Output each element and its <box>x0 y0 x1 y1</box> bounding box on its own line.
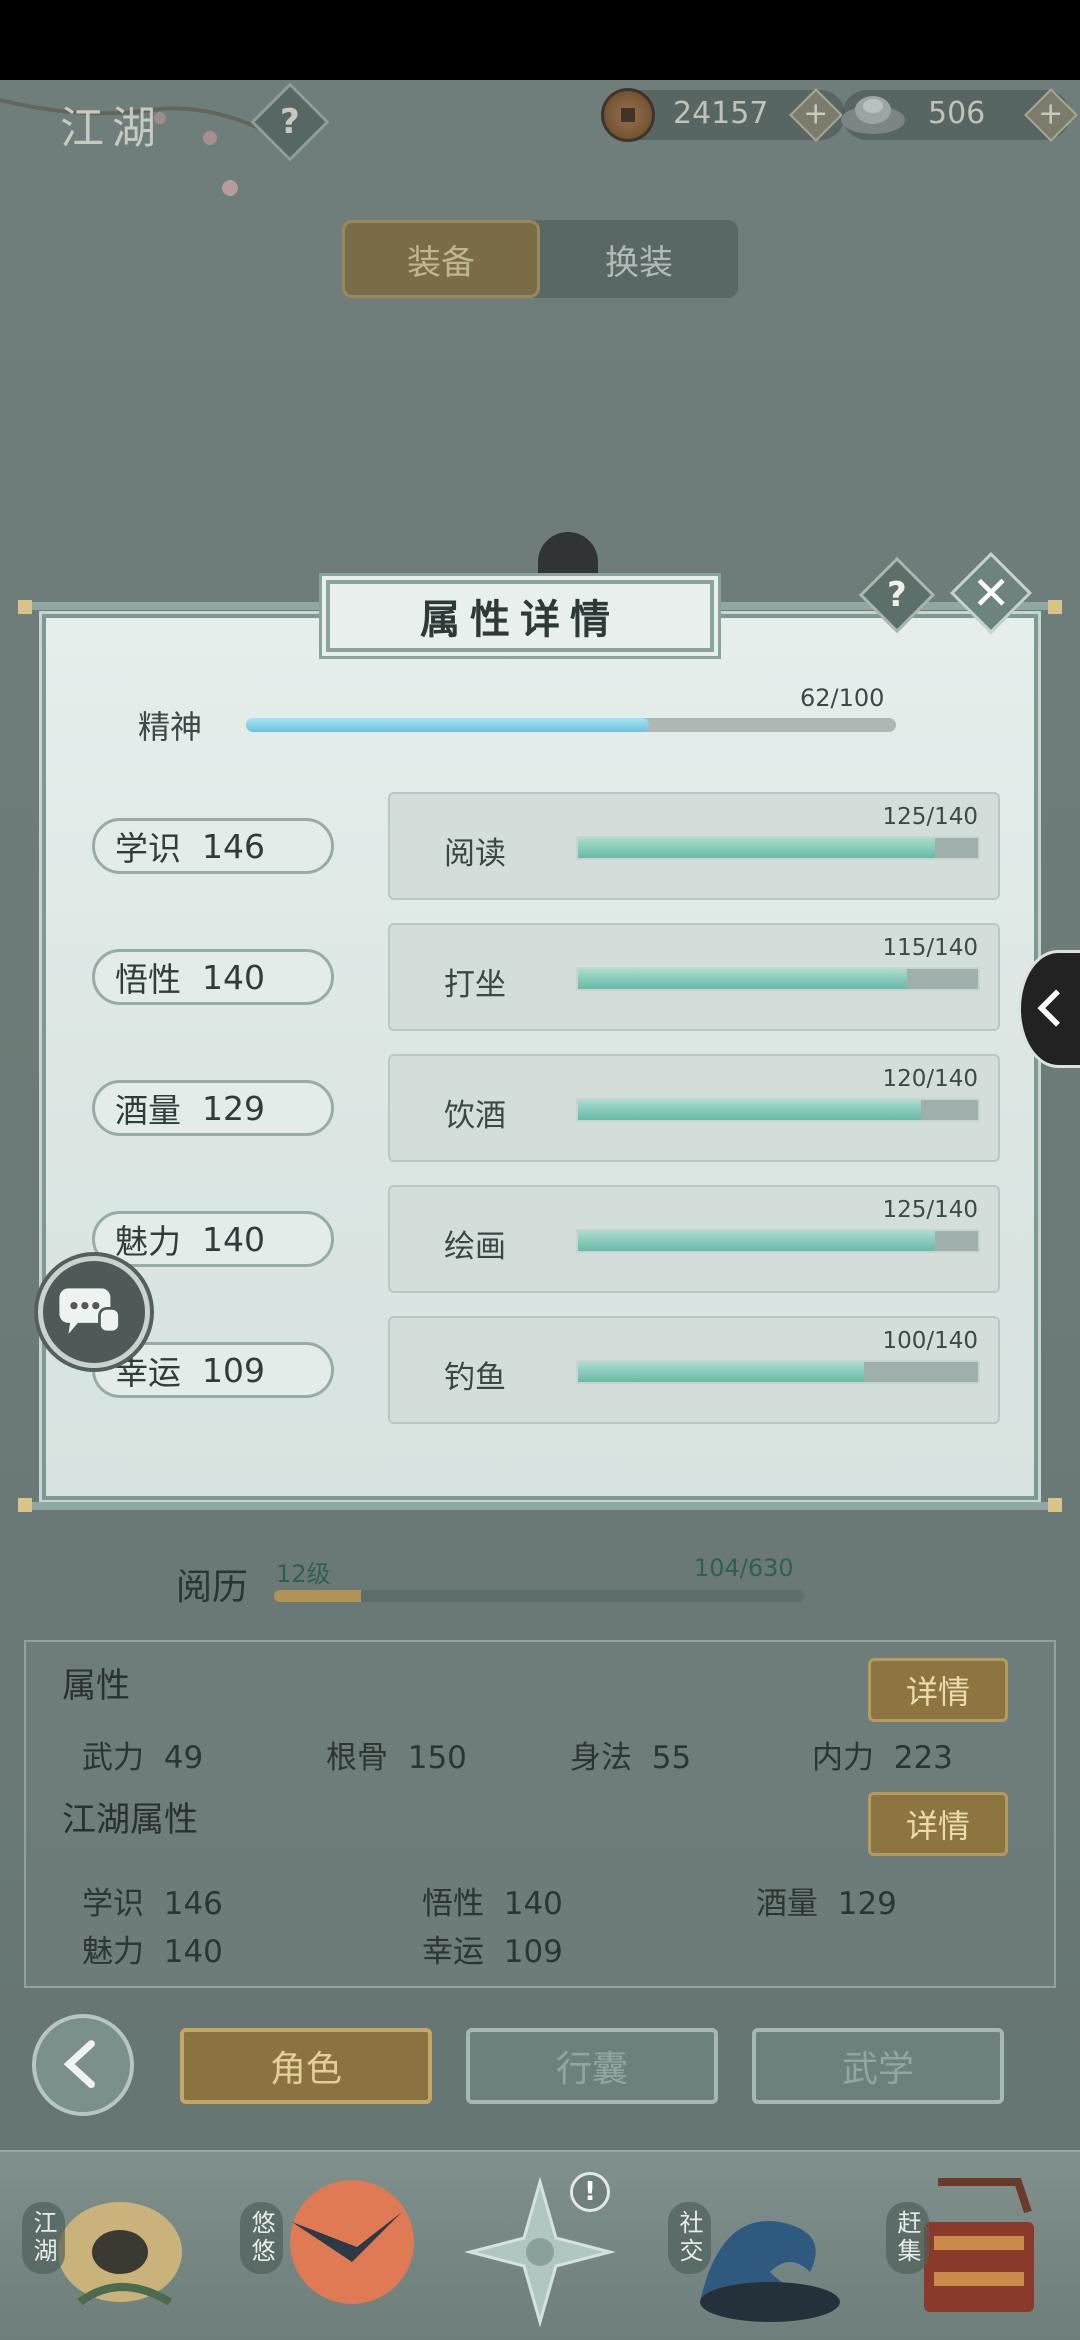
spirit-bar-fill <box>246 718 649 732</box>
stat-label: 酒量 <box>115 1091 181 1130</box>
activity-label: 绘画 <box>444 1229 506 1265</box>
close-icon: ✕ <box>971 565 1011 620</box>
activity-progress-text: 115/140 <box>882 935 978 961</box>
experience-level: 12级 <box>276 1560 331 1588</box>
activity-progress-text: 100/140 <box>882 1328 978 1354</box>
modal-title: 属性详情 <box>326 580 714 652</box>
stat-pill-xueshi: 学识 146 <box>92 818 334 874</box>
nav-market[interactable]: 赶集 <box>878 2152 1078 2340</box>
activity-progress-fill <box>578 838 936 858</box>
activity-progress-bar <box>576 1229 980 1253</box>
experience-label: 阅历 <box>176 1567 249 1608</box>
attribute-panel: 属性 详情 武力 49 根骨 150 身法 55 内力 223 江湖属性 详情 … <box>24 1640 1056 1988</box>
attr-item: 身法 55 <box>570 1740 692 1776</box>
attr-item: 内力 223 <box>812 1740 953 1776</box>
back-button[interactable] <box>32 2014 134 2116</box>
nav-youyou[interactable]: 悠悠 <box>232 2152 432 2340</box>
nav-label: 悠悠 <box>240 2202 283 2274</box>
experience-bar-fill <box>274 1590 362 1602</box>
nav-social[interactable]: 社交 <box>660 2152 860 2340</box>
activity-label: 钓鱼 <box>444 1360 506 1396</box>
activity-progress-text: 125/140 <box>882 804 978 830</box>
activity-progress-text: 125/140 <box>882 1197 978 1223</box>
stat-pill-wuxing: 悟性 140 <box>92 949 334 1005</box>
activity-progress-fill <box>578 1100 921 1120</box>
experience-value: 104/630 <box>694 1554 794 1582</box>
activity-progress-fill <box>578 969 907 989</box>
activity-progress-fill <box>578 1231 936 1251</box>
nav-label: 社交 <box>668 2202 711 2274</box>
activity-progress-fill <box>578 1362 864 1382</box>
stat-label: 魅力 <box>115 1222 181 1261</box>
jianghu-detail-button[interactable]: 详情 <box>868 1792 1008 1856</box>
spirit-value: 62/100 <box>800 684 885 712</box>
activity-fishing[interactable]: 钓鱼 100/140 <box>388 1316 1000 1424</box>
tab-character[interactable]: 角色 <box>180 2028 432 2104</box>
activity-label: 饮酒 <box>444 1098 506 1134</box>
activity-meditation[interactable]: 打坐 115/140 <box>388 923 1000 1031</box>
stat-pill-jiuliang: 酒量 129 <box>92 1080 334 1136</box>
chat-button[interactable] <box>38 1256 150 1368</box>
stat-value: 140 <box>201 1219 265 1259</box>
frame-corner <box>18 1498 32 1512</box>
chevron-left-icon <box>1037 989 1060 1027</box>
activity-drinking[interactable]: 饮酒 120/140 <box>388 1054 1000 1162</box>
activity-painting[interactable]: 绘画 125/140 <box>388 1185 1000 1293</box>
tab-inventory[interactable]: 行囊 <box>466 2028 718 2104</box>
frame-corner <box>1048 1498 1062 1512</box>
stat-pill-meili: 魅力 140 <box>92 1211 334 1267</box>
tab-martial-arts[interactable]: 武学 <box>752 2028 1004 2104</box>
jianghu-attr-item: 幸运 109 <box>422 1934 563 1970</box>
attr-item: 根骨 150 <box>326 1740 467 1776</box>
chat-icon <box>59 1288 121 1334</box>
stat-value: 146 <box>201 826 265 866</box>
activity-progress-bar <box>576 1360 980 1384</box>
nav-label: 赶集 <box>886 2202 929 2274</box>
jianghu-attr-item: 魅力 140 <box>82 1934 223 1970</box>
stat-value: 109 <box>201 1350 265 1390</box>
activity-progress-bar <box>576 1098 980 1122</box>
notification-badge: ! <box>570 2172 610 2212</box>
back-arrow-icon <box>63 2040 95 2089</box>
jianghu-attr-item: 酒量 129 <box>756 1886 897 1922</box>
activity-reading[interactable]: 阅读 125/140 <box>388 792 1000 900</box>
activity-progress-bar <box>576 836 980 860</box>
stat-value: 129 <box>201 1088 265 1128</box>
stat-label: 学识 <box>115 829 181 868</box>
jianghu-attr-item: 悟性 140 <box>422 1886 563 1922</box>
spirit-label: 精神 <box>138 708 203 746</box>
attr-item: 武力 49 <box>82 1740 204 1776</box>
bottom-nav: 江湖 悠悠 ! 社交 赶集 <box>0 2150 1080 2340</box>
frame-corner <box>1048 600 1062 614</box>
nav-jianghu[interactable]: 江湖 <box>10 2152 210 2340</box>
activity-progress-bar <box>576 967 980 991</box>
attribute-detail-modal: 精神 62/100 学识 146 阅读 125/140 悟性 140 打坐 11… <box>42 614 1038 1500</box>
jianghu-attributes-title: 江湖属性 <box>62 1800 198 1840</box>
nav-label: 江湖 <box>22 2202 65 2274</box>
nav-center[interactable]: ! <box>460 2152 620 2340</box>
game-screen: 江湖 ? 24157 + 506 + 装备 换装 精神 62/100 学识 14… <box>0 80 1080 2340</box>
stat-label: 悟性 <box>115 960 181 999</box>
jianghu-attr-item: 学识 146 <box>82 1886 223 1922</box>
modal-frame-bottom <box>20 1502 1060 1510</box>
spirit-bar <box>246 718 896 732</box>
stat-value: 140 <box>201 957 265 997</box>
side-expand-button[interactable] <box>1018 950 1080 1068</box>
attributes-title: 属性 <box>62 1666 130 1706</box>
question-icon: ? <box>887 574 907 615</box>
activity-progress-text: 120/140 <box>882 1066 978 1092</box>
experience-bar <box>274 1590 804 1602</box>
activity-label: 阅读 <box>444 836 506 872</box>
frame-corner <box>18 600 32 614</box>
attributes-detail-button[interactable]: 详情 <box>868 1658 1008 1722</box>
activity-label: 打坐 <box>444 967 506 1003</box>
